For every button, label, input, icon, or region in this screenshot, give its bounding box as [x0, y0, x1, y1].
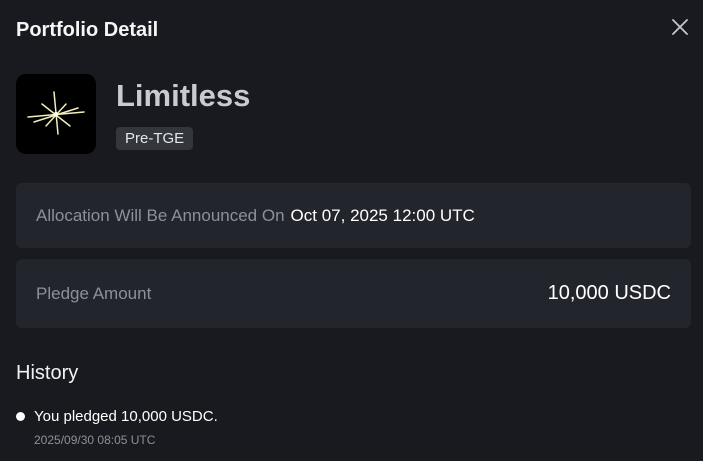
bullet-dot-icon [16, 412, 25, 421]
modal-title: Portfolio Detail [16, 18, 159, 41]
pledge-amount: 10,000 USDC [547, 282, 671, 304]
allocation-date: Oct 07, 2025 12:00 UTC [290, 205, 475, 225]
portfolio-detail-modal: Portfolio Detail Limitless Pre-TGE Alloc… [0, 0, 703, 461]
allocation-card: Allocation Will Be Announced On Oct 07, … [16, 183, 691, 248]
limitless-logo-icon [27, 91, 85, 135]
project-summary: Limitless Pre-TGE [16, 74, 250, 154]
allocation-label: Allocation Will Be Announced On [36, 205, 285, 225]
project-info: Limitless Pre-TGE [116, 78, 250, 150]
project-logo [16, 74, 96, 154]
close-icon [672, 19, 688, 35]
status-badge: Pre-TGE [116, 127, 194, 150]
pledge-label: Pledge Amount [36, 283, 152, 303]
modal-header: Portfolio Detail [16, 14, 158, 46]
history-timestamp: 2025/09/30 08:05 UTC [34, 433, 156, 447]
history-list-item: You pledged 10,000 USDC. 2025/09/30 08:0… [16, 408, 218, 447]
history-text: You pledged 10,000 USDC. [34, 408, 218, 425]
close-button[interactable] [667, 14, 693, 40]
project-name: Limitless [116, 78, 251, 113]
history-heading: History [16, 362, 79, 384]
history-row: You pledged 10,000 USDC. [16, 408, 218, 425]
pledge-card: Pledge Amount 10,000 USDC [16, 259, 691, 328]
